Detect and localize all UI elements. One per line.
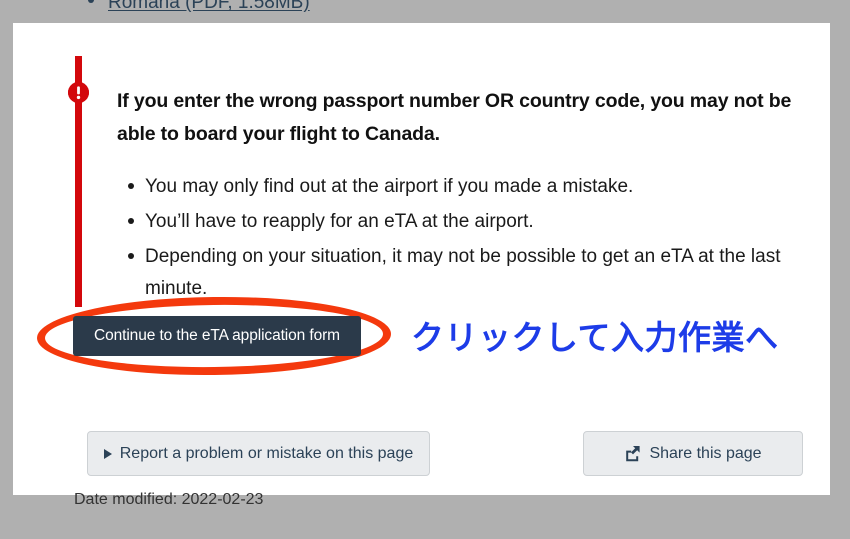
- language-pdf-link[interactable]: Română (PDF, 1.58MB): [108, 0, 310, 14]
- share-page-button[interactable]: Share this page: [583, 431, 803, 476]
- date-modified-text: Date modified: 2022-02-23: [74, 491, 264, 508]
- bullet-icon: [88, 0, 94, 3]
- page-content-above-card: Română (PDF, 1.58MB): [0, 0, 850, 23]
- exclamation-circle-icon: [68, 82, 89, 103]
- list-item: You may only find out at the airport if …: [128, 171, 795, 203]
- screenshot-root: Română (PDF, 1.58MB) If you enter the wr…: [0, 0, 850, 539]
- list-item: Română (PDF, 1.58MB): [88, 0, 310, 14]
- list-item: You’ll have to reapply for an eTA at the…: [128, 206, 795, 238]
- share-page-label: Share this page: [649, 444, 762, 462]
- list-item: Depending on your situation, it may not …: [128, 241, 795, 305]
- triangle-right-icon: [103, 448, 112, 459]
- report-problem-label: Report a problem or mistake on this page: [119, 444, 414, 462]
- warning-callout: If you enter the wrong passport number O…: [68, 56, 795, 308]
- share-external-link-icon: [624, 445, 641, 462]
- warning-title: If you enter the wrong passport number O…: [117, 89, 792, 146]
- warning-body: If you enter the wrong passport number O…: [117, 56, 795, 305]
- warning-consequences-list: You may only find out at the airport if …: [117, 171, 795, 305]
- continue-to-eta-application-button[interactable]: Continue to the eTA application form: [73, 316, 361, 356]
- report-problem-button[interactable]: Report a problem or mistake on this page: [87, 431, 430, 476]
- content-card: If you enter the wrong passport number O…: [13, 23, 830, 495]
